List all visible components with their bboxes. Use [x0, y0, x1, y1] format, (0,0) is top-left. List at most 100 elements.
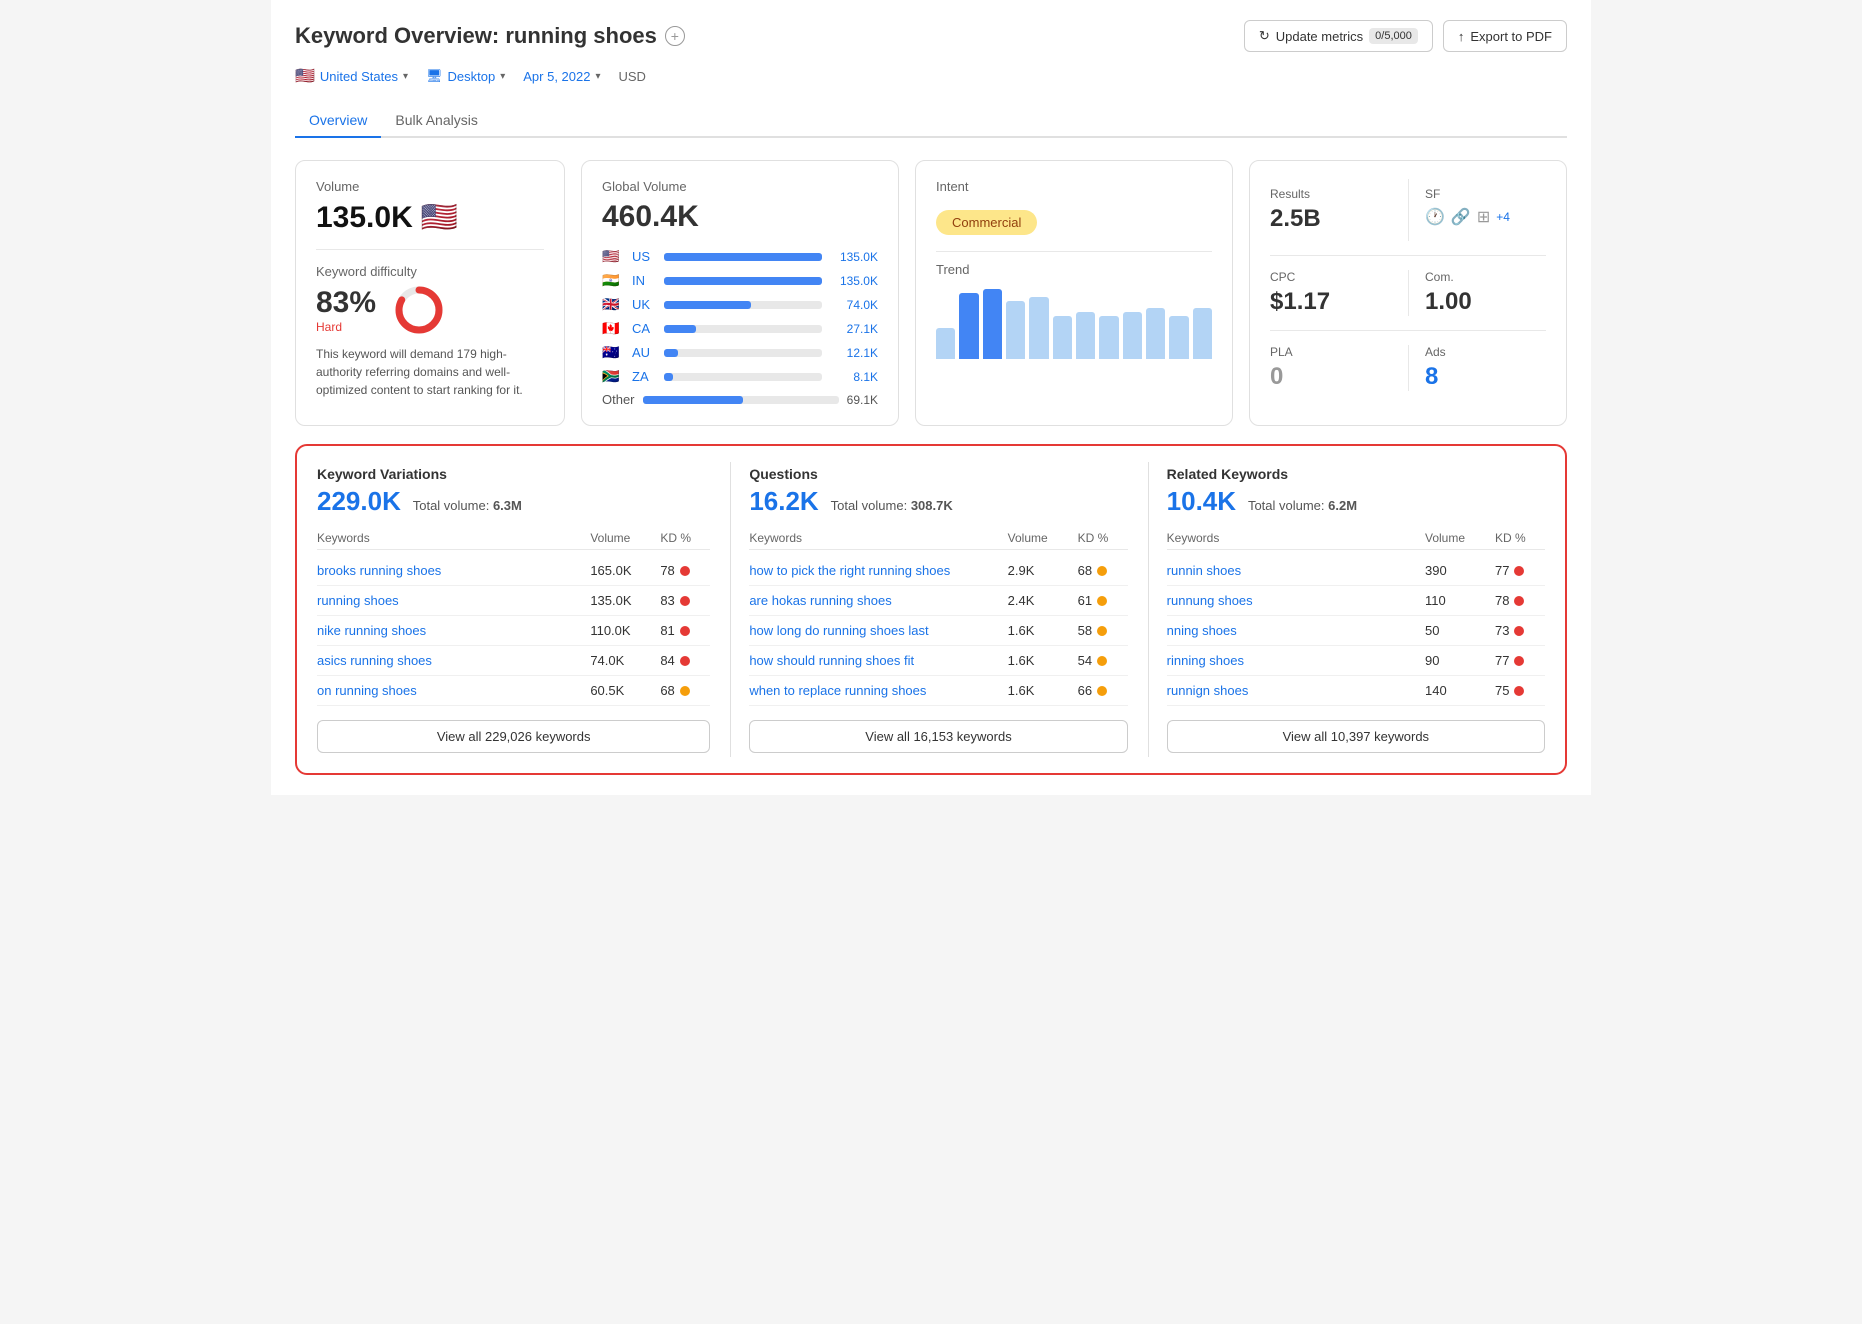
trend-bar: [1193, 308, 1212, 359]
kd-cell: 78: [660, 563, 710, 578]
kd-cell: 73: [1495, 623, 1545, 638]
trend-bar: [1053, 316, 1072, 359]
q-summary: 16.2K Total volume: 308.7K: [749, 486, 1127, 517]
country-code: US: [632, 249, 656, 264]
ads-value: 8: [1425, 363, 1546, 391]
kd-cell: 78: [1495, 593, 1545, 608]
rk-summary: 10.4K Total volume: 6.2M: [1167, 486, 1545, 517]
tab-bulk-analysis[interactable]: Bulk Analysis: [381, 104, 491, 138]
table-row: how should running shoes fit 1.6K 54: [749, 646, 1127, 676]
device-filter[interactable]: 🖥 Desktop ▾: [426, 68, 505, 84]
country-flag-icon: 🇨🇦: [602, 320, 624, 337]
tab-overview[interactable]: Overview: [295, 104, 381, 138]
volume-cell: 90: [1425, 653, 1495, 668]
volume-cell: 140: [1425, 683, 1495, 698]
volume-bar-fill: [664, 373, 673, 381]
intent-trend-card: Intent Commercial Trend: [915, 160, 1233, 426]
kd-cell: 77: [1495, 563, 1545, 578]
volume-bar-fill: [664, 277, 822, 285]
keyword-link[interactable]: runnign shoes: [1167, 683, 1425, 698]
country-volume: 74.0K: [830, 298, 878, 312]
country-volume: 135.0K: [830, 274, 878, 288]
volume-bar: [664, 325, 822, 333]
volume-kd-card: Volume 135.0K 🇺🇸 Keyword difficulty 83% …: [295, 160, 565, 426]
table-row: nning shoes 50 73: [1167, 616, 1545, 646]
table-row: on running shoes 60.5K 68: [317, 676, 710, 706]
kd-section: 83% Hard: [316, 283, 544, 337]
kd-dot: [1097, 596, 1107, 606]
related-keywords-panel: Related Keywords 10.4K Total volume: 6.2…: [1148, 462, 1549, 757]
keyword-link[interactable]: brooks running shoes: [317, 563, 590, 578]
volume-cell: 2.4K: [1008, 593, 1078, 608]
kv-view-all-button[interactable]: View all 229,026 keywords: [317, 720, 710, 753]
kv-total: Total volume: 6.3M: [413, 498, 522, 513]
volume-cell: 135.0K: [590, 593, 660, 608]
q-view-all-button[interactable]: View all 16,153 keywords: [749, 720, 1127, 753]
kd-difficulty-label: Hard: [316, 320, 376, 334]
keyword-link[interactable]: runnung shoes: [1167, 593, 1425, 608]
keyword-link[interactable]: runnin shoes: [1167, 563, 1425, 578]
kv-table-header: Keywords Volume KD %: [317, 527, 710, 550]
gv-label: Global Volume: [602, 179, 878, 194]
results-label: Results: [1270, 187, 1408, 201]
table-row: running shoes 135.0K 83: [317, 586, 710, 616]
us-flag-icon: 🇺🇸: [421, 200, 458, 235]
table-row: runnin shoes 390 77: [1167, 556, 1545, 586]
desktop-icon: 🖥: [426, 68, 443, 84]
gv-row: 🇬🇧 UK 74.0K: [602, 296, 878, 313]
keyword-link[interactable]: on running shoes: [317, 683, 590, 698]
intent-label: Intent: [936, 179, 1212, 194]
q-table-header: Keywords Volume KD %: [749, 527, 1127, 550]
keyword-link[interactable]: asics running shoes: [317, 653, 590, 668]
keyword-link[interactable]: nning shoes: [1167, 623, 1425, 638]
keyword-link[interactable]: nike running shoes: [317, 623, 590, 638]
table-row: how to pick the right running shoes 2.9K…: [749, 556, 1127, 586]
pla-ads-row: PLA 0 Ads 8: [1270, 330, 1546, 391]
keyword-link[interactable]: how should running shoes fit: [749, 653, 1007, 668]
ads-label: Ads: [1425, 345, 1546, 359]
pla-label: PLA: [1270, 345, 1408, 359]
keyword-link[interactable]: how to pick the right running shoes: [749, 563, 1007, 578]
questions-panel: Questions 16.2K Total volume: 308.7K Key…: [730, 462, 1131, 757]
trend-bar: [1076, 312, 1095, 359]
keyword-link[interactable]: rinning shoes: [1167, 653, 1425, 668]
kd-dot: [1514, 656, 1524, 666]
volume-cell: 110.0K: [590, 623, 660, 638]
volume-bar: [664, 253, 822, 261]
kd-dot: [1097, 566, 1107, 576]
pla-cell: PLA 0: [1270, 345, 1408, 391]
cpc-label: CPC: [1270, 270, 1408, 284]
keyword-link[interactable]: how long do running shoes last: [749, 623, 1007, 638]
update-metrics-button[interactable]: ↻ Update metrics 0/5,000: [1244, 20, 1433, 52]
date-filter[interactable]: Apr 5, 2022 ▾: [523, 69, 600, 84]
com-value: 1.00: [1425, 288, 1546, 316]
kd-dot: [1514, 596, 1524, 606]
table-row: are hokas running shoes 2.4K 61: [749, 586, 1127, 616]
trend-bar: [936, 328, 955, 359]
volume-cell: 74.0K: [590, 653, 660, 668]
com-label: Com.: [1425, 270, 1546, 284]
kd-description: This keyword will demand 179 high-author…: [316, 345, 544, 399]
sf-icons: 🕐 🔗 ⊞ +4: [1425, 207, 1546, 227]
table-row: how long do running shoes last 1.6K 58: [749, 616, 1127, 646]
rk-view-all-button[interactable]: View all 10,397 keywords: [1167, 720, 1545, 753]
kd-dot: [1097, 686, 1107, 696]
kd-dot: [1097, 656, 1107, 666]
keyword-link[interactable]: running shoes: [317, 593, 590, 608]
keyword-link[interactable]: are hokas running shoes: [749, 593, 1007, 608]
country-code: AU: [632, 345, 656, 360]
keyword-link[interactable]: when to replace running shoes: [749, 683, 1007, 698]
country-filter[interactable]: 🇺🇸 United States ▾: [295, 66, 408, 86]
kd-dot: [680, 686, 690, 696]
country-flag-icon: 🇦🇺: [602, 344, 624, 361]
add-keyword-button[interactable]: +: [665, 26, 685, 46]
trend-bar: [1029, 297, 1048, 359]
country-volume: 8.1K: [830, 370, 878, 384]
volume-cell: 1.6K: [1008, 683, 1078, 698]
kd-dot: [1514, 686, 1524, 696]
trend-bar: [1146, 308, 1165, 359]
export-pdf-button[interactable]: ↑ Export to PDF: [1443, 20, 1567, 52]
country-code: UK: [632, 297, 656, 312]
volume-cell: 60.5K: [590, 683, 660, 698]
q-title: Questions: [749, 466, 1127, 482]
